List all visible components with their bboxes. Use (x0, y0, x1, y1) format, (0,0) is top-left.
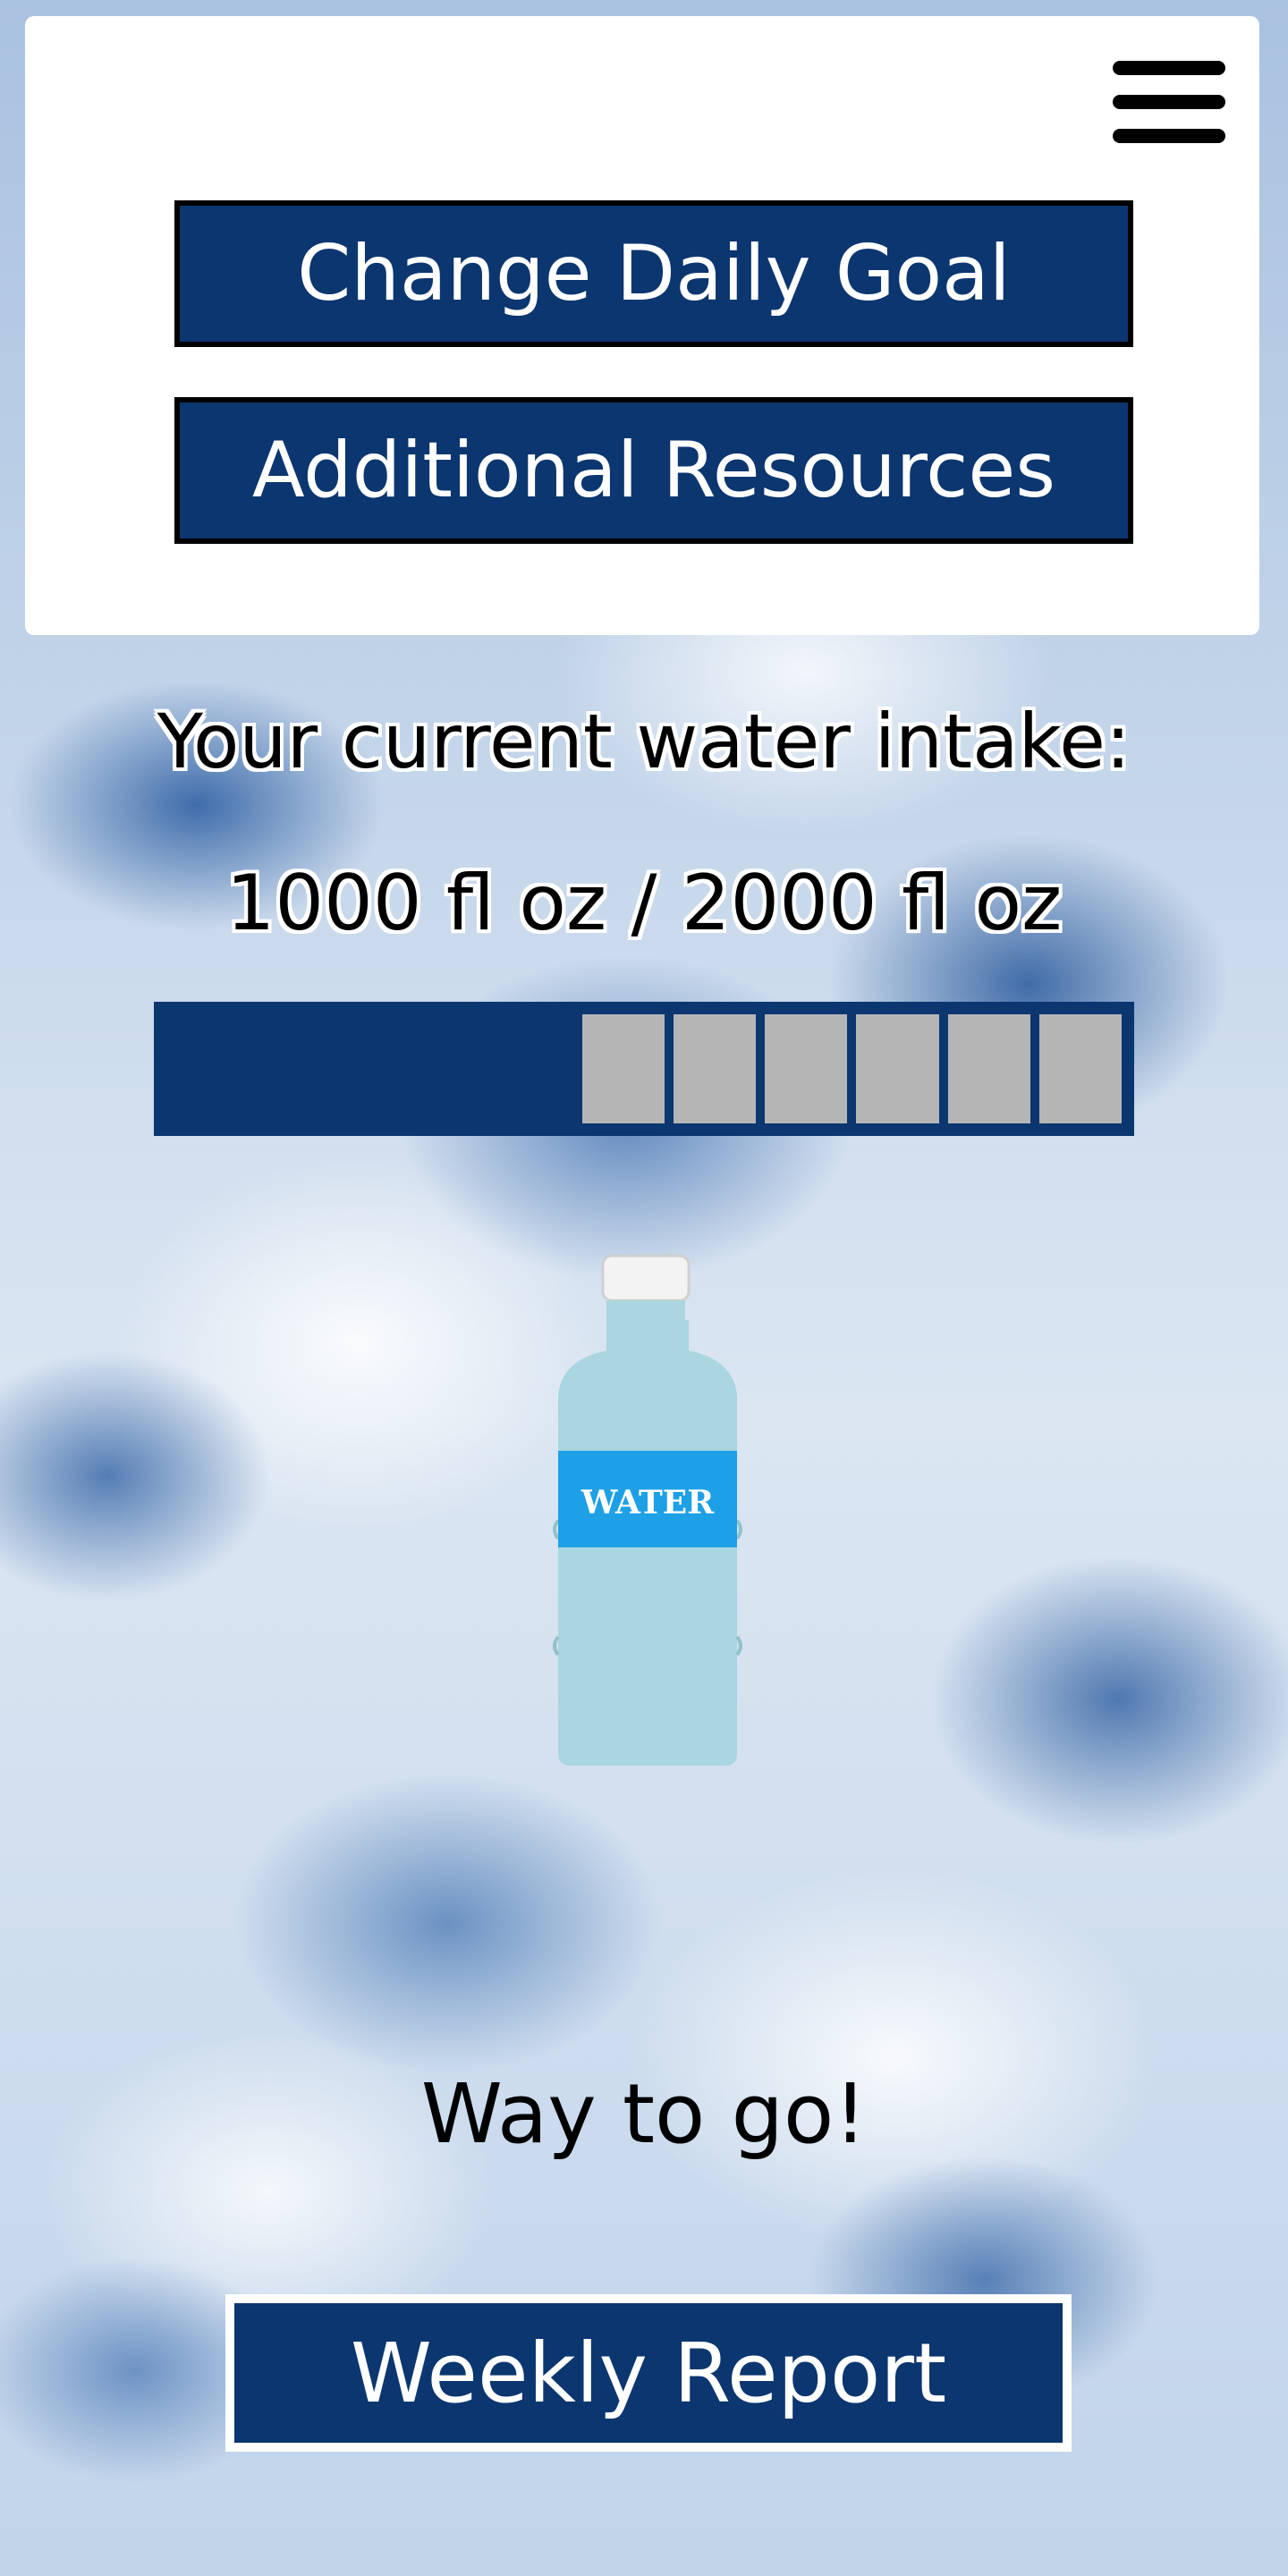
weekly-report-button[interactable]: Weekly Report (225, 2294, 1072, 2452)
intake-value: 1000 fl oz / 2000 fl oz (225, 859, 1063, 948)
intake-title: Your current water intake: (157, 698, 1131, 785)
progress-empty-segment (947, 1014, 1030, 1123)
bottle-label: WATER (580, 1484, 715, 1521)
water-bottle-icon: WATER (553, 1252, 742, 1771)
menu-panel: Change Daily Goal Additional Resources (25, 16, 1259, 635)
progress-segments (166, 1014, 1122, 1123)
progress-empty-segment (765, 1014, 848, 1123)
progress-empty-segment (856, 1014, 939, 1123)
additional-resources-button[interactable]: Additional Resources (174, 397, 1133, 544)
hamburger-menu-icon[interactable] (1113, 61, 1225, 143)
change-daily-goal-button[interactable]: Change Daily Goal (174, 200, 1133, 347)
praise-message: Way to go! (420, 2066, 868, 2162)
progress-empty-segment (581, 1014, 665, 1123)
progress-empty-segment (673, 1014, 757, 1123)
progress-empty-segment (1038, 1014, 1122, 1123)
intake-progress-bar (154, 1002, 1134, 1136)
